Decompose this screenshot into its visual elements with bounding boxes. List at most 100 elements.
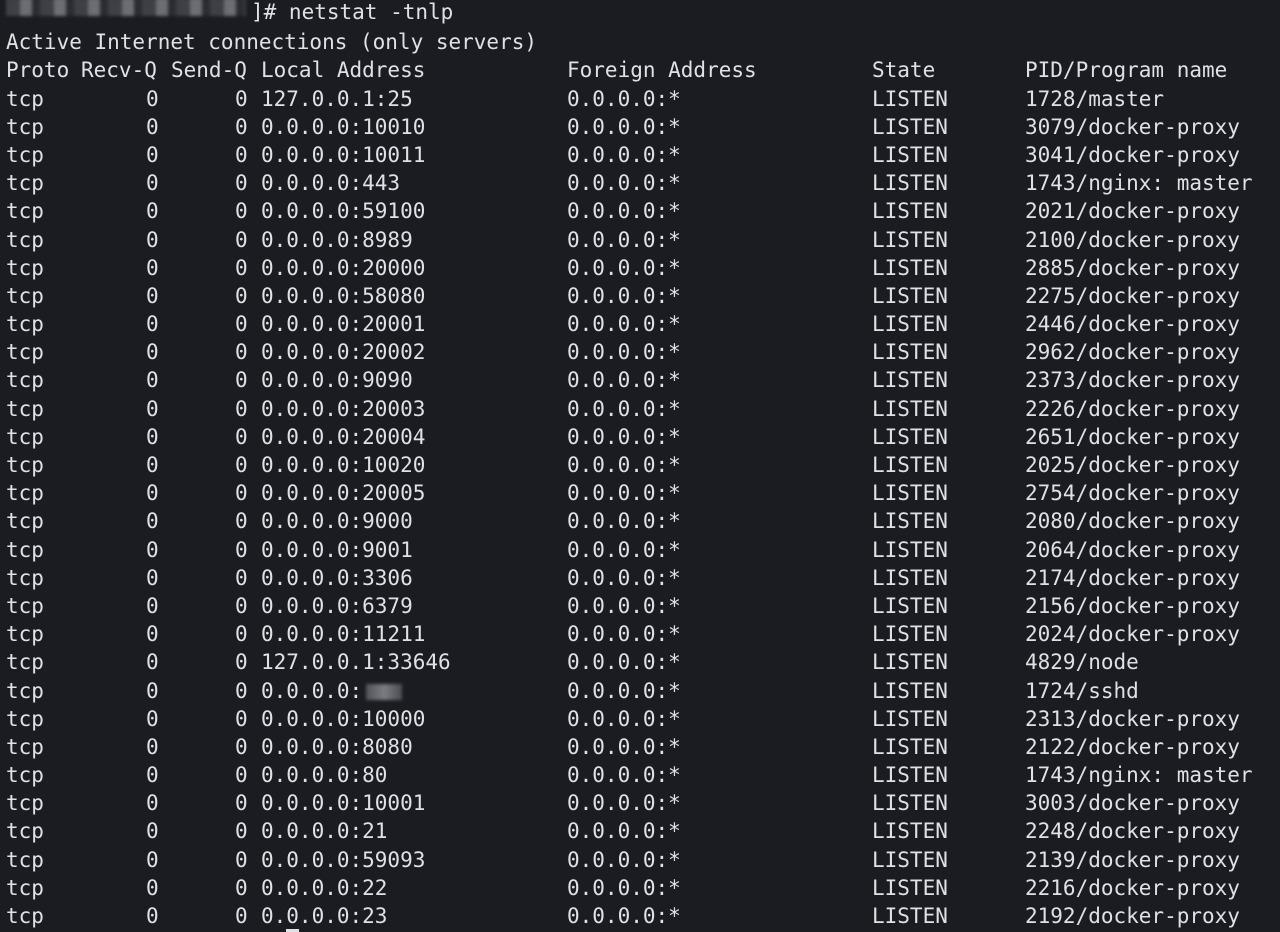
cell-foreign-address: 0.0.0.0:* [567, 86, 681, 111]
cell-local-address: 127.0.0.1:33646 [261, 650, 451, 675]
cell-local-address: 0.0.0.0: [261, 677, 403, 705]
column-header-row: Proto Recv-Q Send-Q Local Address Foreig… [6, 56, 1280, 84]
cell-send-q: 0 [235, 875, 248, 900]
cell-proto: tcp [6, 791, 44, 816]
col-local-header: Local Address [261, 58, 426, 83]
cell-send-q: 0 [235, 86, 248, 111]
cell-state: LISTEN [872, 142, 948, 167]
cell-proto: tcp [6, 509, 44, 534]
cell-recv-q: 0 [146, 396, 159, 421]
cell-local-address: 0.0.0.0:20004 [261, 424, 426, 449]
cell-proto: tcp [6, 537, 44, 562]
cell-proto: tcp [6, 706, 44, 731]
heading-text: Active Internet connections (only server… [6, 30, 538, 55]
table-row: tcp 0 0 0.0.0.0:20005 0.0.0.0:* LISTEN 2754/do… [6, 479, 1280, 507]
cell-pid-program: 2754/docker-proxy [1025, 481, 1240, 506]
cell-send-q: 0 [235, 791, 248, 816]
cell-pid-program: 2174/docker-proxy [1025, 565, 1240, 590]
cell-pid-program: 2080/docker-proxy [1025, 509, 1240, 534]
cell-send-q: 0 [235, 734, 248, 759]
col-recv-header: Recv-Q [81, 58, 157, 83]
cell-local-address: 0.0.0.0:58080 [261, 283, 426, 308]
cell-state: LISTEN [872, 255, 948, 280]
cell-local-address: 0.0.0.0:20005 [261, 481, 426, 506]
cell-foreign-address: 0.0.0.0:* [567, 904, 681, 928]
table-row: tcp 0 0 0.0.0.0:443 0.0.0.0:* LISTEN 1743/ngin… [6, 169, 1280, 197]
cell-state: LISTEN [872, 904, 948, 928]
cell-proto: tcp [6, 678, 44, 703]
cell-pid-program: 2025/docker-proxy [1025, 453, 1240, 477]
cell-send-q: 0 [235, 396, 248, 421]
cell-local-address: 0.0.0.0:59093 [261, 847, 426, 872]
cell-state: LISTEN [872, 847, 948, 872]
cell-send-q: 0 [235, 227, 248, 252]
cell-foreign-address: 0.0.0.0:* [567, 763, 681, 788]
cell-local-address: 0.0.0.0:8989 [261, 227, 413, 252]
cell-pid-program: 1728/master [1025, 86, 1165, 111]
cell-foreign-address: 0.0.0.0:* [567, 481, 681, 506]
cell-foreign-address: 0.0.0.0:* [567, 875, 681, 900]
cell-recv-q: 0 [146, 424, 159, 449]
cell-proto: tcp [6, 847, 44, 872]
cell-proto: tcp [6, 565, 44, 590]
cell-local-address: 0.0.0.0:443 [261, 171, 401, 196]
table-row: tcp 0 0 0.0.0.0:9000 0.0.0.0:* LISTEN 2080/doc… [6, 507, 1280, 535]
table-row: tcp 0 0 0.0.0.0:23 0.0.0.0:* LISTEN 2192/docke… [6, 902, 1280, 930]
cell-recv-q: 0 [146, 734, 159, 759]
cell-foreign-address: 0.0.0.0:* [567, 509, 681, 534]
cell-state: LISTEN [872, 622, 948, 647]
cell-local-address: 0.0.0.0:20001 [261, 312, 426, 337]
cell-proto: tcp [6, 875, 44, 900]
cell-recv-q: 0 [146, 171, 159, 196]
cell-local-address: 0.0.0.0:23 [261, 904, 388, 928]
cell-proto: tcp [6, 622, 44, 647]
cell-state: LISTEN [872, 537, 948, 562]
cell-local-address: 0.0.0.0:8080 [261, 734, 413, 759]
cell-send-q: 0 [235, 171, 248, 196]
cell-send-q: 0 [235, 593, 248, 618]
cell-state: LISTEN [872, 706, 948, 731]
cell-state: LISTEN [872, 114, 948, 139]
cell-send-q: 0 [235, 509, 248, 534]
cell-foreign-address: 0.0.0.0:* [567, 650, 681, 675]
cell-send-q: 0 [235, 622, 248, 647]
cell-send-q: 0 [235, 650, 248, 675]
table-row: tcp 0 0 0.0.0.0:20003 0.0.0.0:* LISTEN 2226/do… [6, 395, 1280, 423]
cell-recv-q: 0 [146, 791, 159, 816]
cell-proto: tcp [6, 283, 44, 308]
cell-pid-program: 2275/docker-proxy [1025, 283, 1240, 308]
table-row: tcp 0 0 0.0.0.0:8989 0.0.0.0:* LISTEN 2100/doc… [6, 226, 1280, 254]
cell-send-q: 0 [235, 481, 248, 506]
cell-pid-program: 2248/docker-proxy [1025, 819, 1240, 844]
cell-local-address: 0.0.0.0:9090 [261, 368, 413, 393]
cell-state: LISTEN [872, 453, 948, 477]
netstat-heading: Active Internet connections (only server… [6, 28, 1280, 56]
cell-recv-q: 0 [146, 875, 159, 900]
terminal-window[interactable]: ]# netstat -tnlp Active Internet connect… [0, 0, 1280, 932]
cell-local-address: 0.0.0.0:9001 [261, 537, 413, 562]
cell-foreign-address: 0.0.0.0:* [567, 791, 681, 816]
table-row: tcp 0 0 0.0.0.0:10010 0.0.0.0:* LISTEN 3079/do… [6, 113, 1280, 141]
cell-state: LISTEN [872, 199, 948, 224]
cell-pid-program: 2064/docker-proxy [1025, 537, 1240, 562]
terminal-output: ]# netstat -tnlp Active Internet connect… [6, 0, 1280, 930]
col-state-header: State [872, 58, 936, 83]
cell-foreign-address: 0.0.0.0:* [567, 819, 681, 844]
cell-proto: tcp [6, 142, 44, 167]
cell-recv-q: 0 [146, 368, 159, 393]
cell-foreign-address: 0.0.0.0:* [567, 199, 681, 224]
cell-state: LISTEN [872, 227, 948, 252]
cell-recv-q: 0 [146, 340, 159, 365]
cell-proto: tcp [6, 763, 44, 788]
cell-local-address: 0.0.0.0:20000 [261, 255, 426, 280]
cell-local-address: 0.0.0.0:10020 [261, 453, 426, 477]
table-row: tcp 0 0 0.0.0.0:10020 0.0.0.0:* LISTEN 2025/do… [6, 451, 1280, 479]
cell-recv-q: 0 [146, 537, 159, 562]
col-pid-header: PID/Program name [1025, 58, 1228, 83]
cell-recv-q: 0 [146, 199, 159, 224]
cell-local-address: 0.0.0.0:20002 [261, 340, 426, 365]
cell-foreign-address: 0.0.0.0:* [567, 396, 681, 421]
cell-proto: tcp [6, 424, 44, 449]
cell-pid-program: 2139/docker-proxy [1025, 847, 1240, 872]
cell-foreign-address: 0.0.0.0:* [567, 424, 681, 449]
